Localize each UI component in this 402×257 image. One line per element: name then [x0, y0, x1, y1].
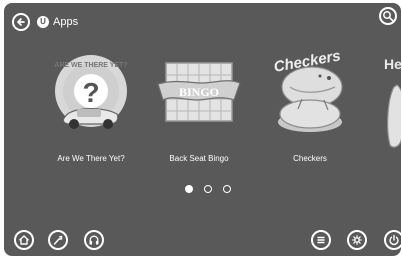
app-carousel: ? ARE WE THERE YET? Are We There Yet? BI…: [4, 45, 401, 169]
settings-button[interactable]: [347, 230, 367, 250]
menu-button[interactable]: [311, 230, 331, 250]
home-button[interactable]: [14, 230, 34, 250]
page-dot-3[interactable]: [223, 185, 231, 193]
app-tile-checkers[interactable]: Checkers Checkers: [264, 45, 356, 169]
apps-screen: U Apps ? ARE WE THERE YET? Are We There …: [4, 3, 401, 256]
checkers-icon: Checkers: [272, 47, 343, 132]
home-icon: [19, 235, 29, 245]
bingo-card-icon: BINGO: [157, 62, 241, 122]
settings-icon: [351, 234, 363, 246]
navigation-button[interactable]: [48, 230, 68, 250]
app-label: Checkers: [293, 154, 327, 163]
app-logo-text: BINGO: [179, 85, 219, 99]
page-dot-2[interactable]: [204, 185, 212, 193]
app-badge: U: [37, 16, 49, 28]
power-button[interactable]: [384, 230, 401, 250]
app-tile-back-seat-bingo[interactable]: BINGO Back Seat Bingo: [153, 45, 245, 169]
power-icon: [389, 234, 399, 246]
page-title: Apps: [53, 15, 79, 28]
header-bar: U Apps: [12, 10, 78, 34]
headphones-icon: [89, 235, 99, 245]
page-indicator: [185, 184, 233, 194]
app-logo-text: He: [384, 56, 401, 72]
audio-button[interactable]: [84, 230, 104, 250]
search-button[interactable]: [379, 7, 397, 25]
back-button[interactable]: [12, 13, 30, 31]
page-dot-1[interactable]: [185, 185, 193, 193]
car-question-icon: ? ARE WE THERE YET?: [54, 55, 128, 129]
svg-text:?: ?: [82, 77, 99, 108]
app-logo-text: ARE WE THERE YET?: [54, 62, 127, 69]
menu-icon: [317, 236, 325, 244]
app-label: Back Seat Bingo: [169, 154, 229, 163]
partial-app-tile[interactable]: He: [381, 55, 401, 165]
bottom-navigation: [4, 224, 401, 256]
app-tile-are-we-there-yet[interactable]: ? ARE WE THERE YET? Are We There Yet?: [45, 45, 137, 169]
app-label: Are We There Yet?: [57, 154, 125, 163]
search-icon: [383, 11, 394, 22]
navigation-icon: [53, 235, 63, 245]
partial-app-icon: He: [384, 56, 401, 148]
back-arrow-icon: [17, 18, 25, 26]
